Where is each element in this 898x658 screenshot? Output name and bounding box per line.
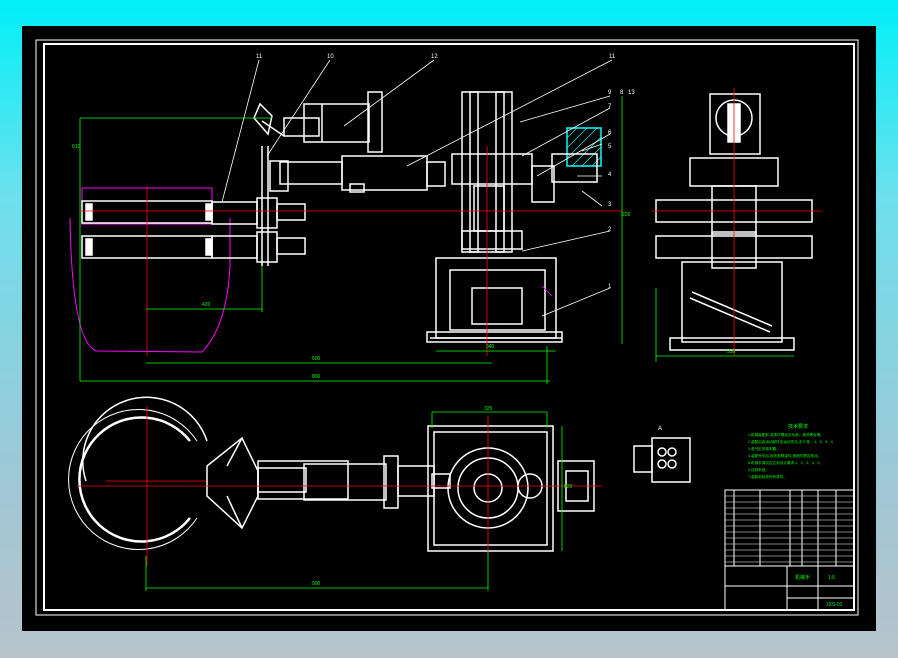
callout-label: 5 (608, 144, 612, 150)
dim-front-height: 610 (72, 144, 81, 150)
drawing-scale: 1:5 (828, 575, 835, 581)
note-line: 1.机械装配前,各零件需经去毛刺、清洗等处理。 (748, 432, 824, 437)
callout-label: 11 (609, 54, 616, 60)
callout-label: 7 (608, 104, 612, 110)
note-line: 7.装配前检查所有零件。 (748, 474, 787, 479)
motor-box (566, 127, 602, 167)
callout-label: 10 (327, 54, 334, 60)
dim-side-width: 330 (727, 349, 736, 355)
claw-ring-outer (78, 416, 191, 543)
callout-label: 6 (608, 130, 612, 136)
callout-label: 2 (608, 227, 612, 233)
dim-front-base: 340 (486, 344, 495, 350)
dim-front-overall: 800 (312, 374, 321, 380)
upper-cylinder (283, 117, 320, 137)
note-line: 2.装配后各运动部件应运动灵活,无卡滞。 4、6、8、9 (748, 439, 833, 444)
workpiece-envelope (69, 217, 231, 353)
dim-front-span: 600 (312, 356, 321, 362)
drawing-canvas: 11 10 12 11 9 8 13 7 6 5 4 3 2 1 800 600 610 420 340 … (22, 26, 876, 631)
note-line: 3.各气缸安装牢靠。 (748, 446, 780, 451)
cad-drawing: 11 10 12 119 8 137654321 800 600 610 420 340 … (35, 39, 859, 616)
callout-label: 13 (628, 90, 635, 96)
dim-front-mid: 226 (622, 212, 631, 218)
detail-a (633, 437, 691, 483)
note-line: 5.机械手调试应达到设计要求;1、2、3、4、5、 (748, 460, 823, 465)
drawing-name: 机械手 (795, 574, 810, 581)
detail-label: A (658, 426, 662, 432)
front-view (69, 91, 602, 353)
callout-label: 12 (431, 54, 438, 60)
technical-notes: 技术要求 1.机械装配前,各零件需经去毛刺、清洗等处理。 2.装配后各运动部件应… (748, 423, 833, 479)
callout-label: 9 (608, 90, 612, 96)
callout-label: 11 (256, 54, 263, 60)
dim-top-height: 820 (564, 484, 573, 490)
callout-label: 8 (620, 90, 624, 96)
dim-front-reach: 420 (202, 302, 211, 308)
arm-cylinder (279, 161, 343, 185)
drawing-number: JXS-01 (826, 602, 843, 608)
callout-label: 3 (608, 202, 612, 208)
callout-label: 4 (608, 172, 612, 178)
callout-label: 1 (608, 284, 612, 290)
construction-lines (77, 88, 822, 591)
dim-top-base: 325 (484, 406, 493, 412)
notes-title: 技术要求 (788, 423, 808, 430)
note-line: 4.装配完毕后,检查各联接件,紧固件是否松动。 (748, 453, 821, 458)
top-cylinder (303, 463, 387, 501)
note-line: 6.控制系统。 (748, 467, 769, 472)
dim-top-overall: 900 (312, 581, 321, 587)
